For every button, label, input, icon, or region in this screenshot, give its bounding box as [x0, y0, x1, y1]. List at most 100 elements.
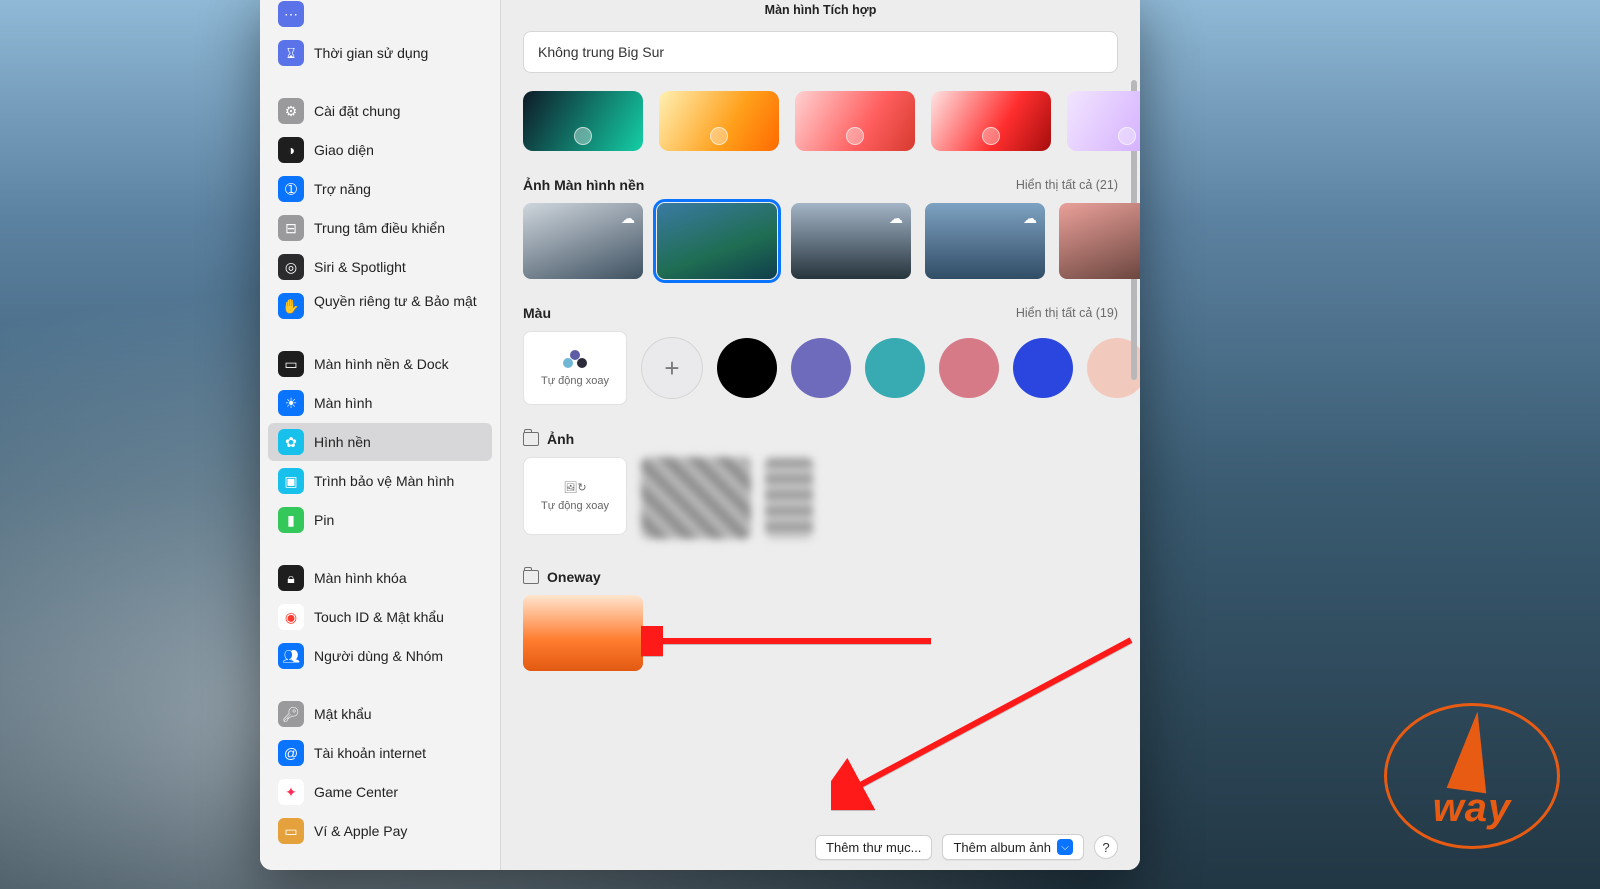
sidebar-item-label: Màn hình khóa	[314, 570, 407, 587]
sidebar-item-controlcenter[interactable]: ⊟Trung tâm điều khiển	[268, 209, 492, 247]
wallpaper-thumb[interactable]	[657, 203, 777, 279]
show-all-colors-link[interactable]: Hiển thị tất cả (19)	[1016, 306, 1118, 320]
color-swatch-row: Tự động xoay +	[523, 331, 1118, 405]
add-album-button[interactable]: Thêm album ảnh ⌵	[942, 834, 1084, 860]
sidebar-item-desktopdock[interactable]: ▭Màn hình nền & Dock	[268, 345, 492, 383]
download-icon: ☁︎	[1021, 209, 1039, 227]
sidebar-item-label: Trợ năng	[314, 181, 371, 198]
sidebar-item-general-icon: ⚙︎	[278, 98, 304, 124]
add-color-button[interactable]: +	[641, 337, 703, 399]
sidebar-item-internetaccounts[interactable]: @Tài khoản internet	[268, 734, 492, 772]
sidebar-item-label: Hình nền	[314, 434, 371, 451]
dynamic-swatch[interactable]	[659, 91, 779, 151]
color-swatch[interactable]	[791, 338, 851, 398]
sidebar-item-label: Trình bảo vệ Màn hình	[314, 473, 454, 490]
sidebar-item-label: Pin	[314, 512, 334, 529]
sidebar-item-touchid[interactable]: ◉ Touch ID & Mật khẩu	[268, 598, 492, 636]
sidebar-item-passwords[interactable]: 🔑︎Mật khẩu	[268, 695, 492, 733]
current-wallpaper-row[interactable]: Không trung Big Sur	[523, 31, 1118, 73]
wallpaper-thumb[interactable]: ☁︎	[523, 203, 643, 279]
sidebar-item-displays-icon: ☀︎	[278, 390, 304, 416]
dynamic-swatch[interactable]	[795, 91, 915, 151]
sidebar-item-label: Màn hình nền & Dock	[314, 356, 449, 373]
photo-thumb-2[interactable]	[765, 457, 813, 539]
color-swatch[interactable]	[865, 338, 925, 398]
dynamic-swatch[interactable]	[1067, 91, 1140, 151]
play-icon	[710, 127, 728, 145]
section-wallpapers-head: Ảnh Màn hình nền Hiển thị tất cả (21)	[523, 177, 1118, 193]
sidebar-item-battery[interactable]: ▮Pin	[268, 501, 492, 539]
section-wallpapers-title: Ảnh Màn hình nền	[523, 177, 644, 193]
sidebar: ⋯ ⌛︎Thời gian sử dụng ⚙︎Cài đặt chung◑Giao…	[260, 0, 501, 870]
sidebar-item-privacy-icon: ✋	[278, 293, 304, 319]
sidebar-item-label: Siri & Spotlight	[314, 259, 406, 276]
sidebar-item-gamecenter[interactable]: ✦Game Center	[268, 773, 492, 811]
folder-icon	[523, 432, 539, 446]
wallpaper-thumb[interactable]: ☁︎	[925, 203, 1045, 279]
auto-rotate-card-colors[interactable]: Tự động xoay	[523, 331, 627, 405]
sidebar-item-label: Touch ID & Mật khẩu	[314, 609, 444, 626]
custom-folder-thumb-row	[523, 595, 1118, 671]
chevron-down-icon: ⌵	[1057, 839, 1073, 855]
auto-rotate-label: Tự động xoay	[541, 375, 609, 387]
watermark-logo: way	[1384, 703, 1560, 849]
wallpaper-settings-pane: Màn hình Tích hợp Không trung Big Sur Ản…	[501, 0, 1140, 870]
current-wallpaper-name: Không trung Big Sur	[538, 44, 664, 60]
sidebar-item-users[interactable]: 👥︎Người dùng & Nhóm	[268, 637, 492, 675]
sidebar-item-touchid-icon: ◉	[278, 604, 304, 630]
photo-rotate-icon: 🖼︎↻	[563, 481, 586, 494]
sidebar-item-displays[interactable]: ☀︎ Màn hình	[268, 384, 492, 422]
color-swatch[interactable]	[939, 338, 999, 398]
folder-icon	[523, 570, 539, 584]
wallpaper-thumb[interactable]	[1059, 203, 1140, 279]
custom-folder-thumb[interactable]	[523, 595, 643, 671]
dynamic-swatch[interactable]	[931, 91, 1051, 151]
sidebar-item-lockscreen-icon: 🔒︎	[278, 565, 304, 591]
sidebar-item-partial-top[interactable]: ⋯	[268, 0, 492, 33]
sidebar-item-lockscreen[interactable]: 🔒︎ Màn hình khóa	[268, 559, 492, 597]
add-folder-button[interactable]: Thêm thư mục...	[815, 835, 932, 860]
sidebar-item-appearance[interactable]: ◑Giao diện	[268, 131, 492, 169]
photo-thumb-1[interactable]	[641, 457, 751, 539]
sidebar-item-wallet[interactable]: ▭Ví & Apple Pay	[268, 812, 492, 850]
wallpaper-thumb[interactable]: ☁︎	[791, 203, 911, 279]
sidebar-item-label: Trung tâm điều khiển	[314, 220, 445, 237]
dynamic-swatch[interactable]	[523, 91, 643, 151]
play-icon	[574, 127, 592, 145]
section-custom-folder-head: Oneway	[523, 569, 1118, 585]
photos-thumb-row: 🖼︎↻ Tự động xoay	[523, 457, 1118, 539]
sidebar-item-screensaver[interactable]: ▣ Trình bảo vệ Màn hình	[268, 462, 492, 500]
sidebar-item-label: Ví & Apple Pay	[314, 823, 407, 840]
display-preview-label: Màn hình Tích hợp	[765, 3, 877, 17]
sidebar-item-general[interactable]: ⚙︎Cài đặt chung	[268, 92, 492, 130]
sidebar-item-siri[interactable]: ◎Siri & Spotlight	[268, 248, 492, 286]
auto-rotate-card-photos[interactable]: 🖼︎↻ Tự động xoay	[523, 457, 627, 535]
sidebar-item-label: Thời gian sử dụng	[314, 45, 428, 62]
watermark-text: way	[1433, 786, 1512, 831]
sidebar-item-internetaccounts-icon: @	[278, 740, 304, 766]
color-swatch[interactable]	[1013, 338, 1073, 398]
system-settings-window: ⋯ ⌛︎Thời gian sử dụng ⚙︎Cài đặt chung◑Giao…	[260, 0, 1140, 870]
download-icon: ☁︎	[887, 209, 905, 227]
play-icon	[982, 127, 1000, 145]
sidebar-item-appearance-icon: ◑	[278, 137, 304, 163]
download-icon: ☁︎	[619, 209, 637, 227]
auto-rotate-icon	[562, 349, 588, 369]
show-all-wallpapers-link[interactable]: Hiển thị tất cả (21)	[1016, 178, 1118, 192]
sidebar-item-label: Game Center	[314, 784, 398, 801]
sidebar-item-privacy[interactable]: ✋Quyền riêng tư & Bảo mật	[268, 287, 492, 325]
section-custom-folder-title: Oneway	[523, 569, 601, 585]
sidebar-item-screentime[interactable]: ⌛︎Thời gian sử dụng	[268, 34, 492, 72]
dynamic-swatch-row	[523, 91, 1118, 151]
sidebar-item-wallpaper-icon: ✿	[278, 429, 304, 455]
help-button[interactable]: ?	[1094, 835, 1118, 859]
play-icon	[1118, 127, 1136, 145]
color-swatch[interactable]	[717, 338, 777, 398]
sidebar-item-wallpaper[interactable]: ✿ Hình nền	[268, 423, 492, 461]
sidebar-item-label: Màn hình	[314, 395, 372, 412]
sidebar-item-screensaver-icon: ▣	[278, 468, 304, 494]
sidebar-item-partial-top-icon: ⋯	[278, 1, 304, 27]
section-colors-head: Màu Hiển thị tất cả (19)	[523, 305, 1118, 321]
sidebar-item-passwords-icon: 🔑︎	[278, 701, 304, 727]
sidebar-item-accessibility[interactable]: ➀Trợ năng	[268, 170, 492, 208]
